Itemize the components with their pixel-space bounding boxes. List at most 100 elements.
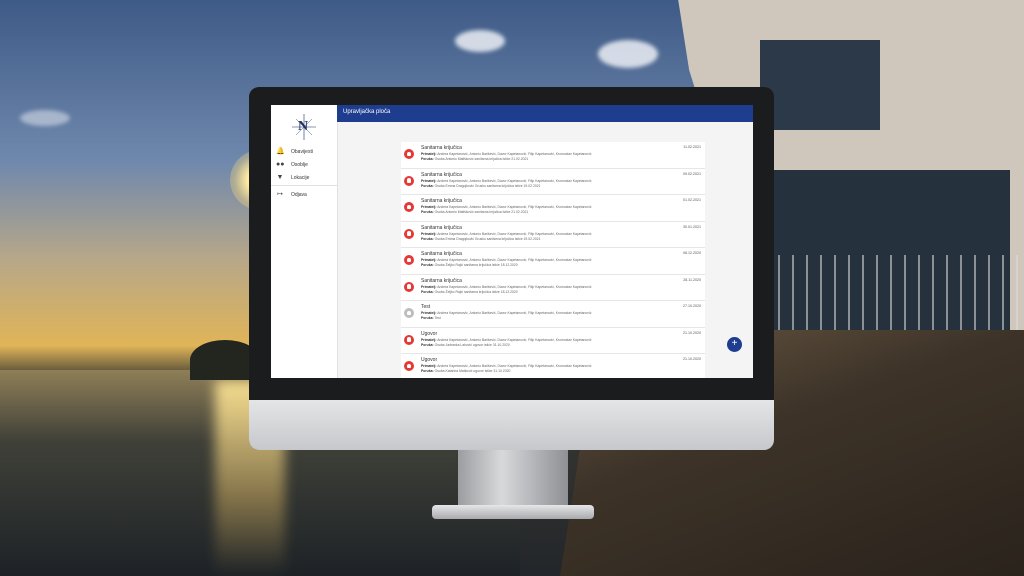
- recipients-label: Primatelj:: [421, 337, 437, 342]
- bell-icon: [404, 202, 414, 212]
- message-label: Poruka:: [421, 236, 434, 241]
- notification-date: 28.11.2020: [683, 277, 701, 282]
- sidebar: N 🔔 Obavijesti ●● Osoblje ▼ Lokacije ↦ O…: [271, 105, 338, 378]
- notification-item[interactable]: Sanitarna krijučica Primatelj: Andrea Kap…: [401, 195, 705, 222]
- balcony-railing: [778, 255, 1024, 335]
- notification-message: Poruka: Osoba Emma Dragojković Grusko sa…: [421, 237, 541, 241]
- recipients-label: Primatelj:: [421, 152, 437, 156]
- cloud: [455, 30, 505, 52]
- recipients-value: Andrea Kapetanović, Antonio Barišević, D…: [437, 178, 592, 183]
- message-value: Osoba Jadranka Laković ugovor istiće 31.…: [434, 342, 510, 347]
- notification-message: Poruka: Osoba Željko Rajić sanitarna kri…: [421, 290, 518, 294]
- sidebar-item-label: Lokacije: [291, 175, 310, 181]
- sidebar-item-odjava[interactable]: ↦ Odjava: [271, 189, 337, 201]
- monitor-stand: [458, 450, 568, 510]
- recipients-label: Primatelj:: [421, 231, 437, 236]
- page-title: Upravljačka ploča: [343, 109, 391, 115]
- notification-message: Poruka: Osoba Emma Dragojković Grusko sa…: [421, 184, 541, 188]
- notification-date: 27.10.2020: [683, 304, 701, 308]
- recipients-value: Andrea Kapetanović, Antonio Barišević, D…: [437, 205, 592, 209]
- notification-recipients: Primatelj: Andrea Kapetanović, Antonio B…: [421, 179, 591, 183]
- sidebar-item-lokacije[interactable]: ▼ Lokacije: [271, 172, 337, 184]
- recipients-label: Primatelj:: [421, 284, 437, 289]
- notification-date: 11.02.2021: [683, 145, 701, 149]
- notification-message: Poruka: Osoba Katarina Matković ugovor i…: [421, 369, 510, 373]
- recipients-label: Primatelj:: [421, 178, 437, 183]
- message-value: Test: [434, 316, 441, 320]
- bell-icon: [404, 149, 414, 159]
- bell-icon: [404, 228, 414, 239]
- notification-item[interactable]: Ugovor Primatelj: Andrea Kapetanović, Ant…: [401, 354, 705, 378]
- sidebar-item-label: Obavijesti: [291, 149, 313, 155]
- app-screen: N 🔔 Obavijesti ●● Osoblje ▼ Lokacije ↦ O…: [271, 105, 753, 378]
- recipients-value: Andrea Kapetanović, Antonio Barišević, D…: [437, 258, 592, 262]
- bell-icon: 🔔: [276, 148, 285, 155]
- message-label: Poruka:: [421, 342, 434, 347]
- building-window: [760, 40, 880, 130]
- message-value: Osoba Željko Rajić sanitarna krijučica i…: [434, 289, 518, 294]
- notification-title: Sanitarna krijučica: [421, 198, 462, 204]
- app-header: Upravljačka ploča: [337, 105, 753, 122]
- message-label: Poruka:: [421, 316, 434, 320]
- notification-item[interactable]: Test Primatelj: Andrea Kapetanović, Anton…: [401, 301, 705, 328]
- notification-date: 21.10.2020: [683, 330, 701, 335]
- logo-letter: N: [298, 119, 309, 134]
- message-label: Poruka:: [421, 210, 434, 214]
- notification-item[interactable]: Ugovor Primatelj: Andrea Kapetanović, Ant…: [401, 327, 705, 354]
- notification-message: Poruka: Osoba Željko Rajić sanitarna kri…: [421, 263, 518, 267]
- notification-recipients: Primatelj: Andrea Kapetanović, Antonio B…: [421, 311, 591, 315]
- message-value: Osoba Antonio Matišković sanitarna kriju…: [434, 157, 529, 161]
- notification-title: Ugovor: [421, 357, 438, 363]
- message-label: Poruka:: [421, 157, 434, 161]
- add-notification-button[interactable]: +: [727, 337, 742, 352]
- bell-icon: [404, 308, 414, 318]
- notification-recipients: Primatelj: Andrea Kapetanović, Antonio B…: [421, 205, 591, 209]
- monitor-chin: [249, 400, 774, 450]
- notification-item[interactable]: Sanitarna krijučica Primatelj: Andrea Kap…: [401, 274, 705, 301]
- cloud: [20, 110, 70, 126]
- notification-title: Sanitarna krijučica: [421, 251, 462, 257]
- notification-item[interactable]: Sanitarna krijučica Primatelj: Andrea Kap…: [401, 248, 705, 275]
- notification-item[interactable]: Sanitarna krijučica Primatelj: Andrea Kap…: [401, 168, 705, 195]
- sidebar-item-label: Odjava: [291, 192, 307, 198]
- notification-title: Ugovor: [421, 330, 438, 337]
- recipients-value: Andrea Kapetanović, Antonio Barišević, D…: [437, 284, 592, 289]
- bell-icon: [404, 334, 414, 345]
- notification-list: Sanitarna krijučica Primatelj: Andrea Kap…: [401, 142, 705, 378]
- message-value: Osoba Antonio Matišković sanitarna kriju…: [434, 210, 529, 214]
- bell-icon: [404, 255, 414, 265]
- sidebar-divider: [271, 185, 337, 186]
- recipients-label: Primatelj:: [421, 205, 437, 209]
- recipients-label: Primatelj:: [421, 258, 437, 262]
- sidebar-item-obavijesti[interactable]: 🔔 Obavijesti: [271, 146, 337, 158]
- notification-recipients: Primatelj: Andrea Kapetanović, Antonio B…: [421, 152, 591, 156]
- recipients-value: Andrea Kapetanović, Antonio Barišević, D…: [437, 364, 592, 368]
- recipients-value: Andrea Kapetanović, Antonio Barišević, D…: [437, 152, 592, 156]
- notification-title: Sanitarna krijučica: [421, 171, 462, 178]
- logout-icon: ↦: [277, 191, 283, 198]
- notification-item[interactable]: Sanitarna krijučica Primatelj: Andrea Kap…: [401, 142, 705, 169]
- sidebar-item-label: Osoblje: [291, 162, 308, 168]
- notification-item[interactable]: Sanitarna krijučica Primatelj: Andrea Kap…: [401, 221, 705, 248]
- notification-recipients: Primatelj: Andrea Kapetanović, Antonio B…: [421, 258, 591, 262]
- recipients-label: Primatelj:: [421, 311, 437, 315]
- recipients-label: Primatelj:: [421, 364, 437, 368]
- notification-date: 08.12.2020: [683, 251, 701, 255]
- message-label: Poruka:: [421, 263, 434, 267]
- compass-logo[interactable]: N: [291, 113, 317, 141]
- message-value: Osoba Željko Rajić sanitarna krijučica i…: [434, 263, 518, 267]
- message-value: Osoba Emma Dragojković Grusko sanitarna …: [434, 236, 541, 241]
- notification-title: Sanitarna krijučica: [421, 145, 462, 151]
- sidebar-item-osoblje[interactable]: ●● Osoblje: [271, 159, 337, 171]
- bell-icon: [404, 361, 414, 371]
- recipients-value: Andrea Kapetanović, Antonio Barišević, D…: [437, 337, 592, 342]
- notification-title: Sanitarna krijučica: [421, 277, 462, 284]
- location-pin-icon: ▼: [276, 174, 284, 181]
- notification-recipients: Primatelj: Andrea Kapetanović, Antonio B…: [421, 285, 591, 289]
- message-label: Poruka:: [421, 289, 434, 294]
- notification-message: Poruka: Osoba Jadranka Laković ugovor is…: [421, 343, 510, 347]
- notification-recipients: Primatelj: Andrea Kapetanović, Antonio B…: [421, 232, 591, 236]
- notification-date: 21.10.2020: [683, 357, 701, 361]
- recipients-value: Andrea Kapetanović, Antonio Barišević, D…: [437, 231, 592, 236]
- notification-date: 09.02.2021: [683, 171, 701, 176]
